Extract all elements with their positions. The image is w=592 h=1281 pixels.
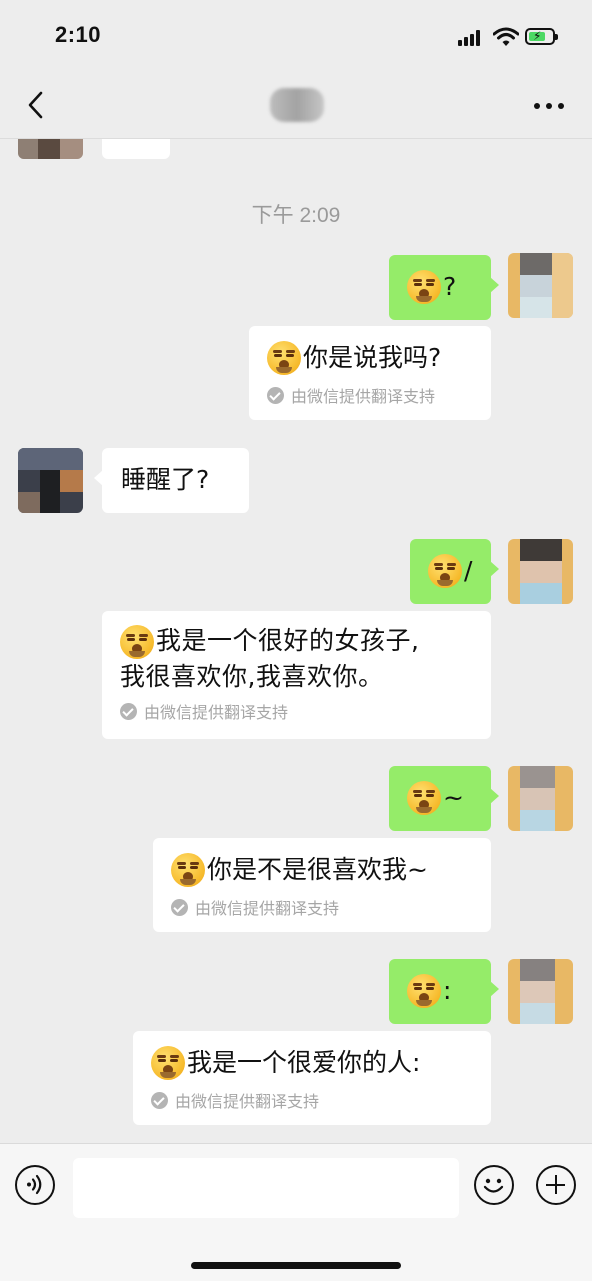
contact-avatar[interactable] (18, 448, 83, 513)
home-indicator (191, 1262, 401, 1269)
my-avatar[interactable] (508, 539, 573, 604)
voice-icon[interactable] (15, 1165, 55, 1205)
chat-messages: 下午 2:09 ? 你是说我吗? 由微信提供翻译支持 睡醒了? / 我是一个很好… (0, 139, 592, 1143)
translation-footer: 由微信提供翻译支持 (151, 1088, 491, 1112)
message-input-bar (0, 1143, 592, 1281)
contact-avatar[interactable] (18, 139, 83, 159)
translation-card[interactable]: 你是说我吗? 由微信提供翻译支持 (249, 326, 491, 420)
sent-message-bubble[interactable]: ? (389, 255, 499, 320)
wifi-icon (493, 27, 519, 46)
check-circle-icon (171, 898, 188, 916)
check-circle-icon (151, 1091, 168, 1109)
emoji-icon (407, 270, 441, 304)
emoji-icon[interactable] (474, 1165, 514, 1205)
emoji-icon (171, 853, 205, 887)
emoji-icon (151, 1046, 185, 1080)
translation-footer: 由微信提供翻译支持 (171, 895, 491, 919)
emoji-icon (407, 974, 441, 1008)
check-circle-icon (267, 386, 284, 404)
my-avatar[interactable] (508, 253, 573, 318)
emoji-icon (267, 341, 301, 375)
sent-message-bubble[interactable]: : (389, 959, 499, 1024)
plus-icon[interactable] (536, 1165, 576, 1205)
translation-card[interactable]: 我是一个很好的女孩子, 我很喜欢你,我喜欢你。 由微信提供翻译支持 (102, 611, 491, 739)
translation-footer: 由微信提供翻译支持 (120, 699, 491, 723)
battery-icon: ⚡ (525, 28, 558, 45)
emoji-icon (407, 781, 441, 815)
contact-name-blurred (270, 88, 324, 122)
status-time: 2:10 (55, 22, 102, 47)
received-message-bubble[interactable]: 睡醒了? (94, 448, 249, 513)
more-dots-icon[interactable] (534, 100, 566, 110)
message-text-input[interactable] (73, 1158, 459, 1218)
my-avatar[interactable] (508, 766, 573, 831)
cellular-signal-icon (458, 30, 484, 46)
translation-card[interactable]: 你是不是很喜欢我~ 由微信提供翻译支持 (153, 838, 491, 932)
status-bar: 2:10 ⚡ (0, 0, 592, 80)
check-circle-icon (120, 702, 137, 720)
chevron-left-icon[interactable] (24, 90, 48, 120)
sent-message-bubble[interactable]: / (410, 539, 499, 604)
message-timestamp: 下午 2:09 (251, 204, 341, 227)
translation-card[interactable]: 我是一个很爱你的人: 由微信提供翻译支持 (133, 1031, 491, 1125)
emoji-icon (428, 554, 462, 588)
sent-message-bubble[interactable]: ~ (389, 766, 499, 831)
my-avatar[interactable] (508, 959, 573, 1024)
previous-message-bubble[interactable] (102, 139, 170, 159)
chat-header (0, 80, 592, 139)
translation-footer: 由微信提供翻译支持 (267, 383, 491, 407)
emoji-icon (120, 625, 154, 659)
